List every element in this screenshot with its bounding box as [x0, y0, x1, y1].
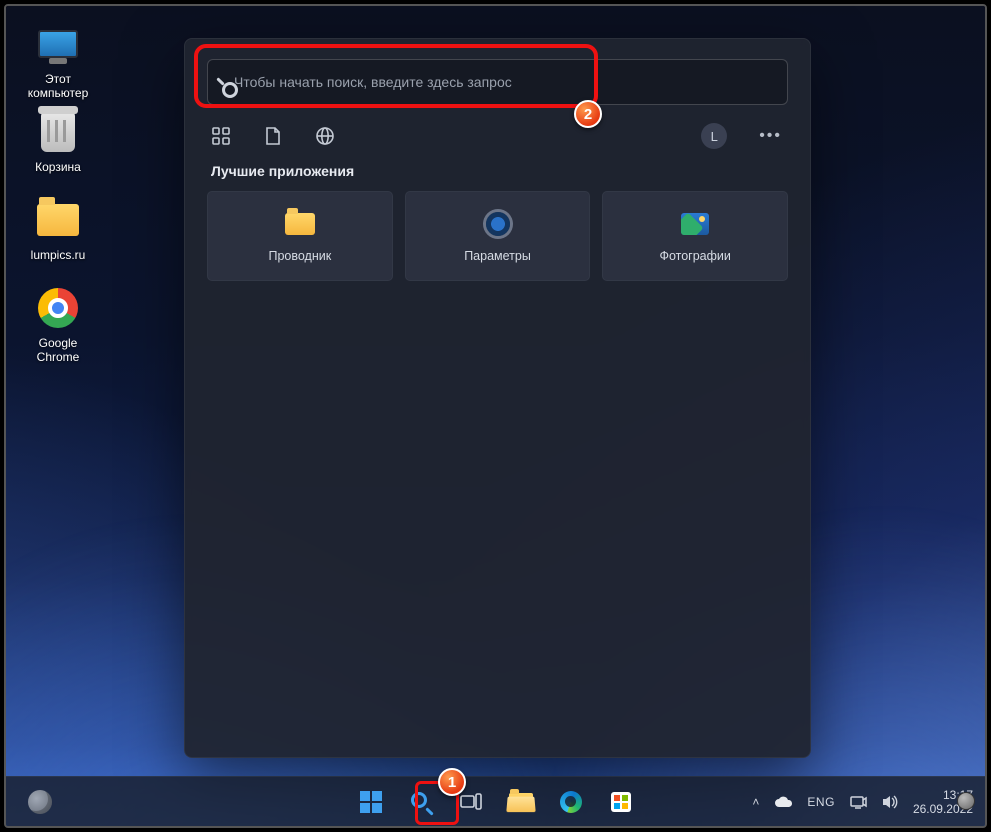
recycle-bin-icon: [34, 108, 82, 156]
user-avatar[interactable]: L: [701, 123, 727, 149]
tray-overflow[interactable]: ˄: [752, 795, 759, 809]
network-icon: [849, 794, 867, 810]
desktop-icon-label: Корзина: [20, 160, 96, 174]
volume-icon: [881, 794, 899, 810]
tab-web[interactable]: [313, 124, 337, 148]
chrome-icon: [34, 284, 82, 332]
section-title-best-apps: Лучшие приложения: [211, 163, 784, 179]
desktop-icon-this-pc[interactable]: Этот компьютер: [20, 20, 96, 100]
search-icon: [411, 792, 431, 812]
tile-explorer[interactable]: Проводник: [207, 191, 393, 281]
taskbar-explorer[interactable]: [501, 782, 541, 822]
desktop-icon-chrome[interactable]: Google Chrome: [20, 284, 96, 364]
task-view-icon: [460, 793, 482, 811]
tab-documents[interactable]: [261, 124, 285, 148]
tile-label: Параметры: [464, 249, 531, 263]
explorer-icon: [285, 209, 315, 239]
windows-logo-icon: [360, 791, 382, 813]
folder-icon: [34, 196, 82, 244]
apps-grid-icon: [211, 126, 231, 146]
desktop-icon-folder-lumpics[interactable]: lumpics.ru: [20, 196, 96, 262]
taskbar-search[interactable]: [401, 782, 441, 822]
more-button[interactable]: •••: [755, 127, 786, 145]
annotation-corner-dot: [957, 792, 975, 810]
search-input[interactable]: [234, 74, 773, 90]
microsoft-store-icon: [611, 792, 631, 812]
taskbar-start[interactable]: [351, 782, 391, 822]
tray-volume[interactable]: [881, 794, 899, 810]
annotation-badge-1: 1: [438, 768, 466, 796]
tray-network[interactable]: [849, 794, 867, 810]
tile-photos[interactable]: Фотографии: [602, 191, 788, 281]
search-box[interactable]: [207, 59, 788, 105]
tray-onedrive[interactable]: [773, 795, 793, 809]
desktop-icon-label: Этот компьютер: [20, 72, 96, 100]
taskbar-store[interactable]: [601, 782, 641, 822]
globe-icon: [315, 126, 335, 146]
explorer-icon: [509, 793, 533, 811]
desktop-icon-label: lumpics.ru: [20, 248, 96, 262]
taskbar-widgets[interactable]: [20, 782, 60, 822]
photos-icon: [680, 209, 710, 239]
desktop-icon-label: Google Chrome: [20, 336, 96, 364]
desktop-icon-recycle-bin[interactable]: Корзина: [20, 108, 96, 174]
tile-label: Фотографии: [659, 249, 730, 263]
tray-language[interactable]: ENG: [807, 795, 835, 809]
tile-settings[interactable]: Параметры: [405, 191, 591, 281]
taskbar: ˄ ENG 13:17 26.09.2022: [6, 776, 985, 826]
edge-icon: [560, 791, 582, 813]
document-icon: [264, 126, 282, 146]
taskbar-edge[interactable]: [551, 782, 591, 822]
tab-apps[interactable]: [209, 124, 233, 148]
search-flyout: L ••• Лучшие приложения Проводник Параме…: [184, 38, 811, 758]
cloud-icon: [773, 795, 793, 809]
settings-icon: [483, 209, 513, 239]
user-initial: L: [711, 129, 718, 144]
monitor-icon: [34, 20, 82, 68]
annotation-badge-2: 2: [574, 100, 602, 128]
tile-label: Проводник: [268, 249, 331, 263]
weather-icon: [28, 790, 52, 814]
chevron-up-icon: ˄: [752, 795, 759, 809]
